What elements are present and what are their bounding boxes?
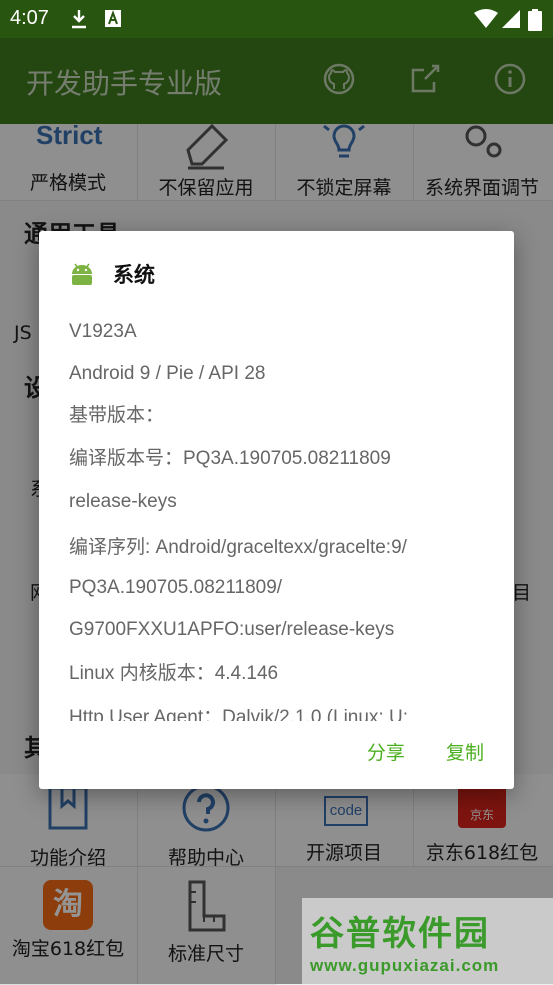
- signal-icon: [502, 10, 520, 28]
- system-info-dialog: 系统 V1923A Android 9 / Pie / API 28 基带版本：…: [39, 231, 514, 789]
- info-line-fingerprint-cont: G9700FXXU1APFO:user/release-keys: [69, 619, 395, 640]
- info-line-user-agent: Http User Agent：Dalvik/2.1.0 (Linux; U;: [69, 707, 408, 721]
- dialog-body[interactable]: V1923A Android 9 / Pie / API 28 基带版本： 编译…: [69, 311, 499, 721]
- dialog-actions: 分享 复制: [331, 738, 484, 765]
- info-line-baseband: 基带版本：: [69, 405, 165, 426]
- watermark-url: www.gupuxiazai.com: [310, 956, 500, 975]
- info-line-kernel: Linux 内核版本：4.4.146: [69, 663, 279, 684]
- info-line-fingerprint-cont: PQ3A.190705.08211809/: [69, 577, 283, 598]
- download-icon: [72, 10, 86, 29]
- copy-button[interactable]: 复制: [446, 742, 484, 764]
- info-line-build-number-cont: release-keys: [69, 491, 177, 512]
- dialog-title: 系统: [113, 263, 155, 287]
- status-time: 4:07: [10, 7, 49, 29]
- status-bar: 4:07: [0, 0, 553, 38]
- watermark-title: 谷普软件园: [310, 914, 490, 954]
- info-line-fingerprint: 编译序列: Android/graceltexx/gracelte:9/: [69, 537, 407, 558]
- info-line-android-version: Android 9 / Pie / API 28: [69, 363, 266, 384]
- a-notification-icon: [105, 10, 121, 27]
- wifi-icon: [474, 9, 498, 28]
- android-icon: [72, 263, 92, 285]
- watermark: 谷普软件园 www.gupuxiazai.com: [302, 898, 553, 984]
- share-button[interactable]: 分享: [367, 742, 405, 764]
- info-line-model: V1923A: [69, 321, 137, 342]
- info-line-build-number: 编译版本号：PQ3A.190705.08211809: [69, 448, 391, 469]
- battery-icon: [528, 9, 542, 31]
